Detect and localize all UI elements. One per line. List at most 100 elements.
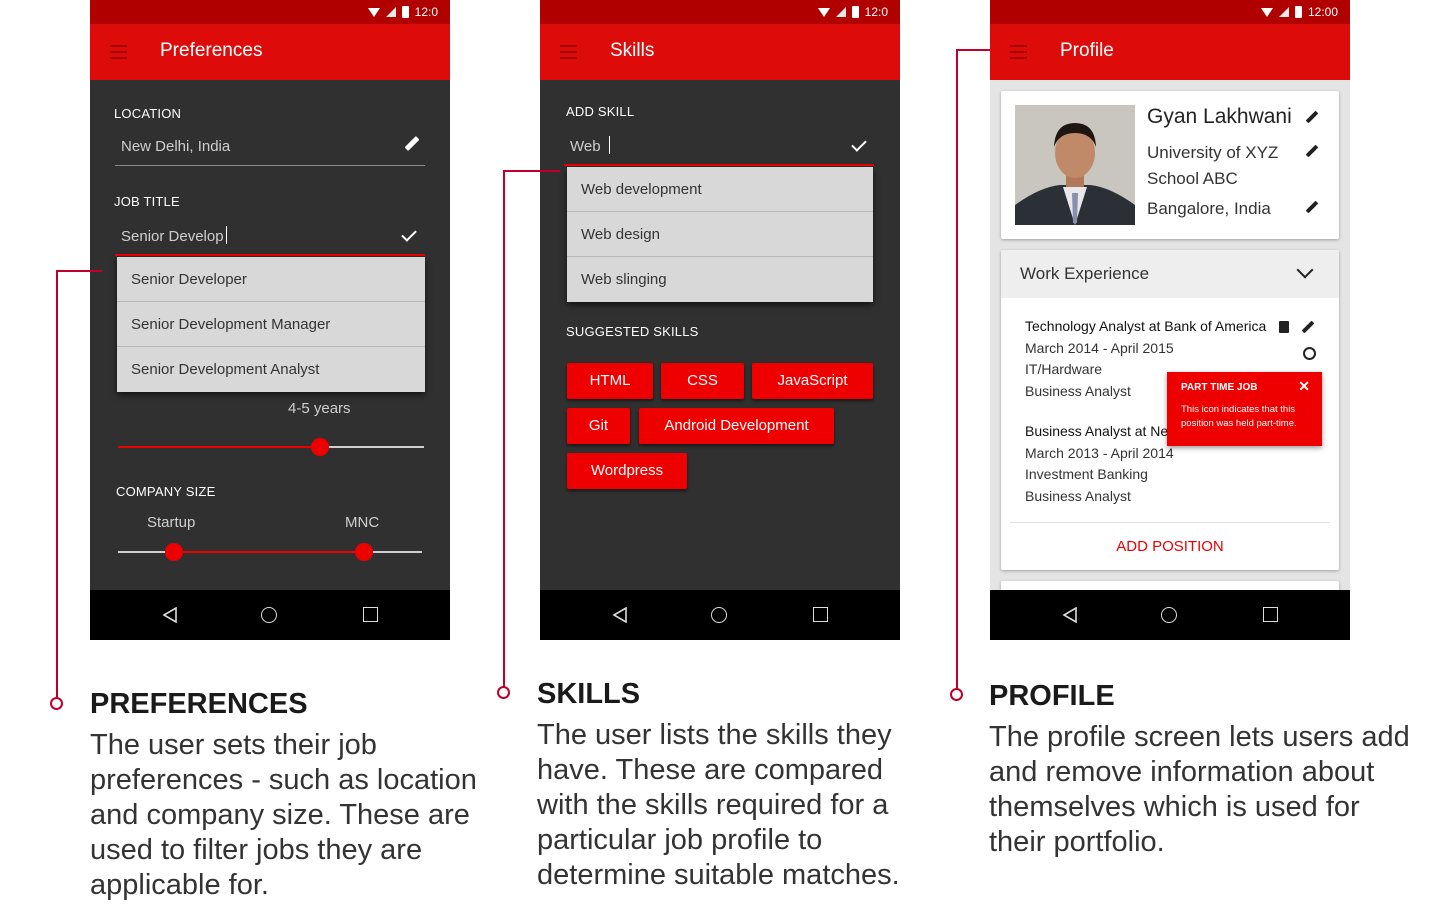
recents-icon[interactable] bbox=[363, 607, 378, 622]
size-min-handle[interactable] bbox=[165, 543, 183, 561]
job-title-label: JOB TITLE bbox=[114, 194, 180, 209]
work-experience-title: Work Experience bbox=[1020, 264, 1150, 283]
wifi-icon bbox=[1260, 7, 1273, 17]
position-field: IT/Hardware bbox=[1025, 361, 1103, 377]
profile-school: School ABC bbox=[1147, 169, 1238, 188]
size-max-handle[interactable] bbox=[355, 543, 373, 561]
add-position-button[interactable]: ADD POSITION bbox=[1001, 538, 1339, 555]
edit-name-icon[interactable] bbox=[1305, 110, 1319, 124]
menu-icon[interactable] bbox=[110, 45, 127, 59]
position-dates: March 2014 - April 2015 bbox=[1025, 340, 1174, 356]
position-role: Business Analyst bbox=[1025, 383, 1131, 399]
suggestion-item[interactable]: Web design bbox=[567, 212, 873, 257]
text-caret bbox=[225, 226, 228, 244]
back-icon[interactable] bbox=[162, 607, 178, 623]
skill-chip-html[interactable]: HTML bbox=[567, 363, 653, 399]
status-bar: 12:0 bbox=[90, 0, 450, 24]
callout-line bbox=[56, 270, 58, 698]
signal-icon bbox=[1278, 7, 1289, 17]
position-title: Technology Analyst at Bank of America bbox=[1025, 318, 1267, 334]
skill-chip-wordpress[interactable]: Wordpress bbox=[567, 453, 687, 489]
recents-icon[interactable] bbox=[813, 607, 828, 622]
work-experience-card: Work Experience Technology Analyst at Ba… bbox=[1001, 250, 1339, 570]
nav-bar bbox=[90, 590, 450, 640]
caption-title-preferences: PREFERENCES bbox=[90, 688, 308, 720]
skill-suggestions: Web development Web design Web slinging bbox=[567, 167, 873, 302]
divider bbox=[1010, 522, 1330, 523]
menu-icon[interactable] bbox=[560, 45, 577, 59]
experience-slider-fill bbox=[118, 446, 320, 448]
profile-name: Gyan Lakhwani bbox=[1147, 105, 1292, 128]
nav-bar bbox=[990, 590, 1350, 640]
wifi-icon bbox=[367, 7, 380, 17]
close-icon[interactable]: ✕ bbox=[1298, 378, 1310, 395]
callout-line bbox=[503, 170, 505, 688]
position-title: Business Analyst at Ne bbox=[1025, 423, 1169, 439]
text-caret bbox=[608, 136, 611, 154]
suggested-skills-label: SUGGESTED SKILLS bbox=[566, 324, 699, 339]
job-title-input[interactable]: Senior Develop bbox=[115, 226, 425, 256]
position-role: Business Analyst bbox=[1025, 488, 1131, 504]
battery-icon bbox=[401, 6, 409, 18]
back-icon[interactable] bbox=[612, 607, 628, 623]
location-field[interactable]: New Delhi, India bbox=[115, 138, 425, 166]
app-bar: Preferences bbox=[90, 24, 450, 80]
experience-slider-handle[interactable] bbox=[310, 438, 329, 456]
back-icon[interactable] bbox=[1062, 607, 1078, 623]
battery-icon bbox=[1294, 6, 1302, 18]
profile-card: Gyan Lakhwani University of XYZ School A… bbox=[1001, 91, 1339, 239]
skills-screen: 12:0 Skills ADD SKILL Web Web developmen… bbox=[540, 0, 900, 640]
suggestion-item[interactable]: Senior Developer bbox=[117, 257, 425, 302]
caption-body-profile: The profile screen lets users add and re… bbox=[989, 721, 1410, 858]
app-bar: Skills bbox=[540, 24, 900, 80]
size-max-label: MNC bbox=[345, 514, 380, 531]
page-title: Preferences bbox=[160, 40, 263, 61]
experience-value: 4-5 years bbox=[288, 400, 351, 417]
caption-title-profile: PROFILE bbox=[989, 680, 1115, 712]
callout-line bbox=[503, 170, 560, 172]
location-value: New Delhi, India bbox=[121, 138, 231, 155]
signal-icon bbox=[385, 7, 396, 17]
add-skill-label: ADD SKILL bbox=[566, 104, 635, 119]
page-title: Profile bbox=[1060, 40, 1114, 61]
location-label: LOCATION bbox=[114, 106, 182, 121]
part-time-tooltip: PART TIME JOB ✕ This icon indicates that… bbox=[1167, 372, 1322, 446]
callout-line bbox=[956, 49, 990, 51]
nav-bar bbox=[540, 590, 900, 640]
size-min-label: Startup bbox=[147, 514, 196, 531]
status-bar: 12:00 bbox=[990, 0, 1350, 24]
delete-icon[interactable] bbox=[1279, 321, 1289, 333]
status-bar: 12:0 bbox=[540, 0, 900, 24]
status-time: 12:0 bbox=[864, 5, 888, 19]
edit-position-icon[interactable] bbox=[1301, 320, 1315, 334]
home-icon[interactable] bbox=[261, 607, 277, 623]
menu-icon[interactable] bbox=[1010, 45, 1027, 59]
skill-chip-css[interactable]: CSS bbox=[661, 363, 744, 399]
edit-education-icon[interactable] bbox=[1305, 144, 1319, 158]
home-icon[interactable] bbox=[1161, 607, 1177, 623]
suggestion-item[interactable]: Senior Development Analyst bbox=[117, 347, 425, 392]
skill-input[interactable]: Web bbox=[564, 136, 874, 166]
callout-dot bbox=[497, 686, 510, 699]
recents-icon[interactable] bbox=[1263, 607, 1278, 622]
status-time: 12:00 bbox=[1307, 5, 1338, 19]
edit-location-icon[interactable] bbox=[1305, 200, 1319, 214]
suggestion-item[interactable]: Web slinging bbox=[567, 257, 873, 302]
job-title-value: Senior Develop bbox=[121, 228, 224, 245]
skill-chip-javascript[interactable]: JavaScript bbox=[752, 363, 873, 399]
preferences-screen: 12:0 Preferences LOCATION New Delhi, Ind… bbox=[90, 0, 450, 640]
home-icon[interactable] bbox=[711, 607, 727, 623]
page-title: Skills bbox=[610, 40, 655, 61]
clock-icon[interactable] bbox=[1303, 347, 1316, 360]
caption-title-skills: SKILLS bbox=[537, 678, 641, 710]
avatar bbox=[1015, 105, 1135, 225]
skill-chip-android[interactable]: Android Development bbox=[639, 408, 834, 444]
suggestion-item[interactable]: Senior Development Manager bbox=[117, 302, 425, 347]
tooltip-body: This icon indicates that this position w… bbox=[1181, 404, 1297, 429]
skill-chip-git[interactable]: Git bbox=[567, 408, 630, 444]
company-size-range bbox=[174, 551, 364, 553]
profile-city: Bangalore, India bbox=[1147, 199, 1271, 218]
callout-line bbox=[956, 49, 958, 689]
suggestion-item[interactable]: Web development bbox=[567, 167, 873, 212]
signal-icon bbox=[835, 7, 846, 17]
